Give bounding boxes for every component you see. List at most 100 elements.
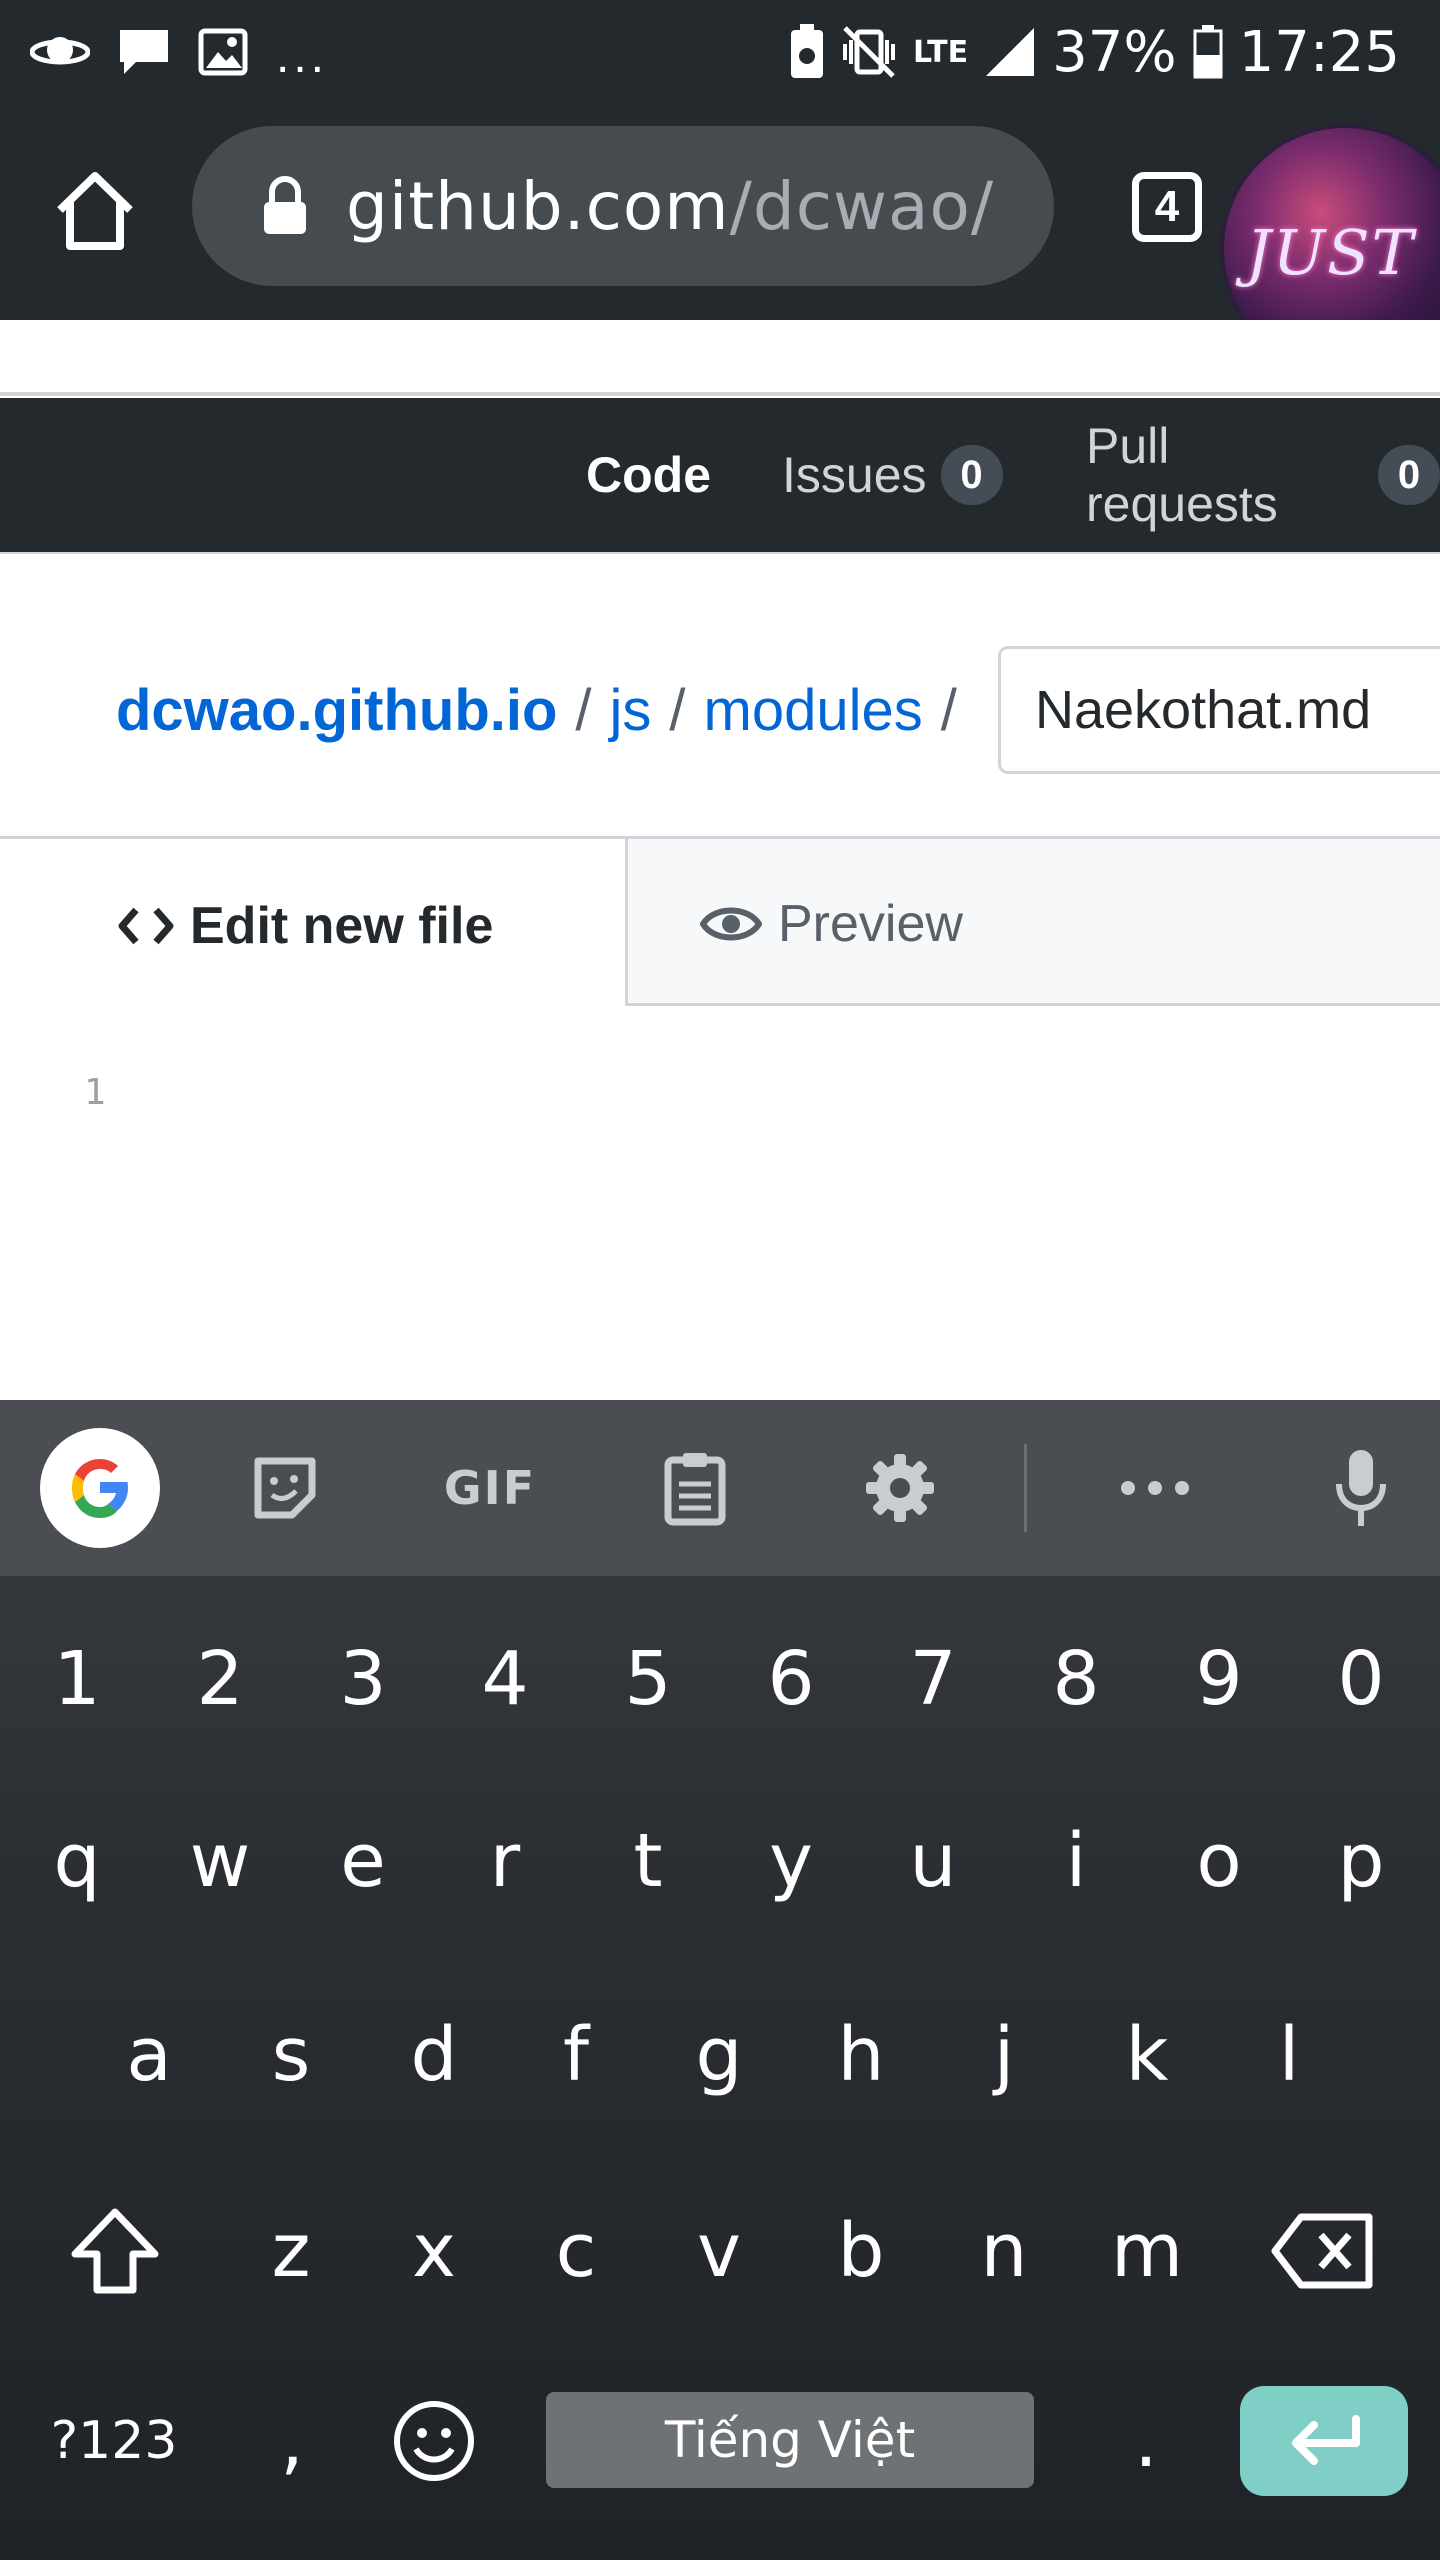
system-indicators: LTE 37% 17:25	[789, 14, 1400, 90]
tab-edit-label: Edit new file	[190, 896, 494, 955]
comma-key[interactable]: ,	[222, 2366, 362, 2516]
key-z[interactable]: z	[220, 2176, 362, 2326]
key-q[interactable]: q	[6, 1786, 148, 1936]
key-p[interactable]: p	[1290, 1786, 1432, 1936]
page-header-strip	[0, 320, 1440, 396]
key-f[interactable]: f	[505, 1980, 647, 2130]
tab-preview-label: Preview	[778, 895, 963, 953]
settings-gear-icon[interactable]	[855, 1400, 945, 1576]
home-icon[interactable]	[50, 166, 140, 256]
google-g-icon	[40, 1428, 160, 1548]
backspace-key[interactable]	[1252, 2176, 1394, 2326]
key-8[interactable]: 8	[1005, 1604, 1147, 1754]
sticker-icon[interactable]	[240, 1400, 330, 1576]
breadcrumb-separator: /	[575, 677, 592, 743]
enter-key[interactable]	[1240, 2386, 1408, 2496]
emoji-key[interactable]	[364, 2366, 504, 2516]
key-n[interactable]: n	[933, 2176, 1075, 2326]
key-j[interactable]: j	[933, 1980, 1075, 2130]
tab-pull-requests-label: Pull requests	[1086, 418, 1278, 532]
google-button[interactable]	[40, 1400, 160, 1576]
key-o[interactable]: o	[1148, 1786, 1290, 1936]
key-u[interactable]: u	[862, 1786, 1004, 1936]
key-6[interactable]: 6	[720, 1604, 862, 1754]
clock: 17:25	[1238, 19, 1400, 85]
key-7[interactable]: 7	[862, 1604, 1004, 1754]
eye-icon	[700, 907, 762, 941]
more-notifications-indicator: ...	[276, 30, 329, 83]
tab-code-label: Code	[586, 447, 711, 503]
url-host: github.com	[346, 167, 730, 245]
url-path: /dcwao/	[729, 167, 995, 245]
key-v[interactable]: v	[648, 2176, 790, 2326]
tab-code[interactable]: Code	[586, 420, 711, 530]
breadcrumb: dcwao.github.io / js / modules /	[116, 640, 975, 780]
lock-icon	[264, 176, 306, 234]
emoji-smiley-icon	[394, 2401, 474, 2481]
breadcrumb-separator: /	[940, 677, 957, 743]
clipboard-icon[interactable]	[650, 1400, 740, 1576]
key-b[interactable]: b	[790, 2176, 932, 2326]
key-a[interactable]: a	[78, 1980, 220, 2130]
key-2[interactable]: 2	[149, 1604, 291, 1754]
editor-tabs: Edit new file Preview	[0, 836, 1440, 1012]
key-5[interactable]: 5	[577, 1604, 719, 1754]
code-editor[interactable]: 1	[0, 1006, 1440, 1400]
repo-nav: Code Issues 0 Pull requests 0	[0, 398, 1440, 552]
breadcrumb-repo-link[interactable]: dcwao.github.io	[116, 677, 557, 744]
key-h[interactable]: h	[790, 1980, 932, 2130]
key-g[interactable]: g	[648, 1980, 790, 2130]
gif-button[interactable]: GIF	[430, 1400, 550, 1576]
key-i[interactable]: i	[1005, 1786, 1147, 1936]
more-options-icon[interactable]	[1110, 1400, 1200, 1576]
key-t[interactable]: t	[577, 1786, 719, 1936]
key-m[interactable]: m	[1076, 2176, 1218, 2326]
key-0[interactable]: 0	[1290, 1604, 1432, 1754]
key-3[interactable]: 3	[292, 1604, 434, 1754]
key-e[interactable]: e	[292, 1786, 434, 1936]
backspace-icon	[1271, 2213, 1373, 2289]
tab-preview[interactable]: Preview	[700, 839, 963, 1009]
keyboard-toolbar: GIF	[0, 1400, 1440, 1576]
tab-edit-new-file[interactable]: Edit new file	[0, 836, 628, 1012]
shift-arrow-icon	[71, 2208, 159, 2294]
divider	[0, 552, 1440, 554]
key-k[interactable]: k	[1076, 1980, 1218, 2130]
filename-input[interactable]: Naekothat.md	[998, 646, 1440, 774]
space-bar[interactable]: Tiếng Việt	[546, 2392, 1034, 2488]
message-icon	[120, 30, 168, 74]
key-w[interactable]: w	[149, 1786, 291, 1936]
key-r[interactable]: r	[434, 1786, 576, 1936]
key-c[interactable]: c	[505, 2176, 647, 2326]
letter-row-2: a s d f g h j k l	[0, 1980, 1440, 2130]
tab-pull-requests[interactable]: Pull requests 0	[1086, 418, 1440, 532]
network-type-label: LTE	[913, 34, 969, 70]
key-4[interactable]: 4	[434, 1604, 576, 1754]
key-l[interactable]: l	[1218, 1980, 1360, 2130]
breadcrumb-js-link[interactable]: js	[610, 677, 652, 744]
breadcrumb-modules-link[interactable]: modules	[704, 677, 923, 744]
gif-label: GIF	[443, 1461, 537, 1515]
microphone-icon[interactable]	[1316, 1400, 1406, 1576]
key-s[interactable]: s	[220, 1980, 362, 2130]
shift-key[interactable]	[44, 2176, 186, 2326]
letter-row-1: q w e r t y u i o p	[0, 1786, 1440, 1936]
browser-toolbar: github.com/dcwao/ 4 JUST	[0, 104, 1440, 374]
key-y[interactable]: y	[720, 1786, 862, 1936]
address-bar[interactable]: github.com/dcwao/	[192, 126, 1054, 286]
period-key[interactable]: .	[1076, 2366, 1216, 2516]
key-x[interactable]: x	[363, 2176, 505, 2326]
notification-icons: ...	[30, 20, 328, 84]
tab-issues[interactable]: Issues 0	[782, 420, 1003, 530]
key-d[interactable]: d	[363, 1980, 505, 2130]
toolbar-divider	[1024, 1444, 1027, 1532]
key-9[interactable]: 9	[1148, 1604, 1290, 1754]
code-icon	[118, 907, 174, 944]
battery-saver-icon	[791, 24, 824, 78]
signal-strength-icon	[986, 28, 1035, 76]
pulls-count-badge: 0	[1378, 445, 1440, 505]
key-1[interactable]: 1	[6, 1604, 148, 1754]
battery-percent: 37%	[1052, 19, 1177, 85]
tab-switcher-button[interactable]: 4	[1132, 172, 1202, 242]
symbols-key[interactable]: ?123	[44, 2366, 184, 2516]
